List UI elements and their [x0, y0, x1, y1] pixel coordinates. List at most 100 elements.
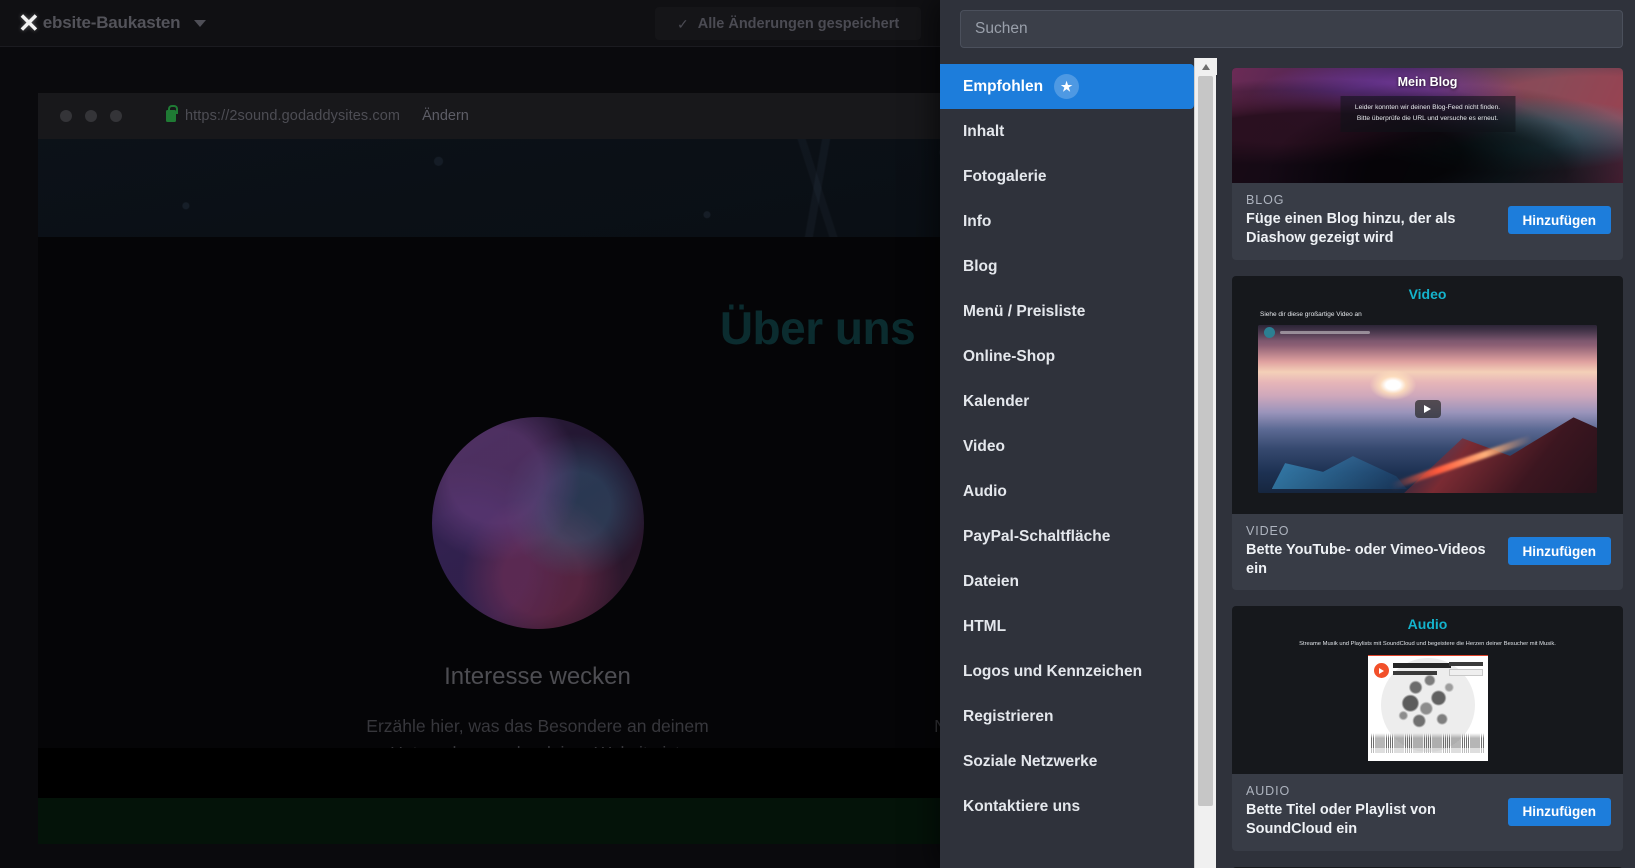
widget-description: Bette YouTube- oder Vimeo-Videos ein: [1246, 541, 1486, 577]
add-audio-button[interactable]: Hinzufügen: [1507, 797, 1611, 826]
category-label: Empfohlen: [963, 77, 1044, 95]
player-stat-placeholder: [1448, 662, 1483, 667]
widget-card-blog[interactable]: Mein Blog Leider konnten wir deinen Blog…: [1232, 68, 1623, 260]
category-label: Kontaktiere uns: [963, 797, 1081, 815]
category-label: Dateien: [963, 572, 1019, 590]
check-icon: ✓: [677, 15, 689, 32]
close-icon[interactable]: ✕: [18, 10, 40, 36]
category-logos-und-kennzeichen[interactable]: Logos und Kennzeichen: [940, 649, 1194, 694]
audio-preview-subtitle: Streame Musik und Playlists mit SoundClo…: [1299, 641, 1556, 648]
change-url-link[interactable]: Ändern: [422, 108, 469, 124]
category-label: Video: [963, 437, 1005, 455]
widget-card-text: AUDIO Bette Titel oder Playlist von Soun…: [1246, 784, 1498, 839]
star-icon: ★: [1054, 74, 1080, 99]
waveform-mirror-graphic: [1370, 748, 1485, 754]
video-preview-subtitle: Siehe dir diese großartige Video an: [1260, 310, 1362, 318]
widget-kind: BLOG: [1246, 193, 1285, 207]
about-column-title: Interesse wecken: [444, 663, 631, 690]
search-input[interactable]: [960, 10, 1623, 48]
audio-preview: Audio Streame Musik und Playlists mit So…: [1232, 606, 1623, 775]
category-html[interactable]: HTML: [940, 604, 1194, 649]
category-label: PayPal-Schaltfläche: [963, 527, 1111, 545]
video-preview: Video Siehe dir diese großartige Video a…: [1232, 275, 1623, 514]
scroll-up-button[interactable]: [1195, 58, 1217, 75]
category-online-shop[interactable]: Online-Shop: [940, 334, 1194, 379]
category-fotogalerie[interactable]: Fotogalerie: [940, 154, 1194, 199]
category-video[interactable]: Video: [940, 424, 1194, 469]
soundcloud-player-thumbnail: [1367, 655, 1488, 762]
category-label: Kalender: [963, 392, 1030, 410]
category-soziale-netzwerke[interactable]: Soziale Netzwerke: [940, 739, 1194, 784]
widget-picker-panel: Empfohlen ★ Inhalt Fotogalerie Info Blog…: [940, 0, 1635, 868]
widget-card-audio[interactable]: Audio Streame Musik und Playlists mit So…: [1232, 606, 1623, 852]
category-label: Blog: [963, 257, 998, 275]
window-dot-maximize: [110, 110, 122, 122]
video-title-placeholder: [1280, 331, 1370, 335]
site-url: https://2sound.godaddysites.com: [185, 108, 401, 124]
category-paypal-schaltflaeche[interactable]: PayPal-Schaltfläche: [940, 514, 1194, 559]
category-label: Inhalt: [963, 122, 1005, 140]
widget-kind: AUDIO: [1246, 784, 1291, 799]
widget-kind: VIDEO: [1246, 523, 1290, 538]
window-dot-minimize: [85, 110, 97, 122]
category-menu-preisliste[interactable]: Menü / Preisliste: [940, 289, 1194, 334]
category-label: Logos und Kennzeichen: [963, 662, 1143, 680]
category-label: Registrieren: [963, 707, 1054, 725]
widget-card-video[interactable]: Video Siehe dir diese großartige Video a…: [1232, 275, 1623, 591]
sun-graphic: [1369, 370, 1416, 401]
widget-card-text: VIDEO Bette YouTube- oder Vimeo-Videos e…: [1246, 524, 1498, 579]
widget-description: Füge einen Blog hinzu, der als Diashow g…: [1246, 211, 1456, 246]
blog-preview-title: Mein Blog: [1397, 75, 1458, 89]
scrollbar-thumb[interactable]: [1198, 76, 1213, 806]
category-registrieren[interactable]: Registrieren: [940, 694, 1194, 739]
about-column: Interesse wecken Erzähle hier, was das B…: [353, 417, 723, 794]
widget-list-scrollbar[interactable]: [1194, 58, 1217, 868]
window-dots: [60, 110, 122, 122]
brand-menu[interactable]: ✕ ebsite-Baukasten: [0, 10, 207, 36]
picker-body: Empfohlen ★ Inhalt Fotogalerie Info Blog…: [940, 56, 1635, 868]
chevron-up-icon: [1202, 63, 1210, 70]
category-kontaktiere-uns[interactable]: Kontaktiere uns: [940, 784, 1194, 829]
category-audio[interactable]: Audio: [940, 469, 1194, 514]
category-label: Info: [963, 212, 992, 230]
category-inhalt[interactable]: Inhalt: [940, 109, 1194, 154]
about-image-1: [431, 417, 644, 629]
widget-card-text: BLOG Füge einen Blog hinzu, der als Dias…: [1246, 193, 1498, 248]
track-title-placeholder: [1392, 663, 1451, 669]
website-builder-screen: ✕ ebsite-Baukasten ✓ Alle Änderungen ges…: [0, 0, 1635, 868]
ice-graphic: [1271, 456, 1408, 490]
widget-description: Bette Titel oder Playlist von SoundCloud…: [1246, 802, 1436, 838]
widget-card-footer: AUDIO Bette Titel oder Playlist von Soun…: [1232, 774, 1623, 851]
category-label: Menü / Preisliste: [963, 302, 1086, 320]
save-status-label: Alle Änderungen gespeichert: [697, 15, 900, 32]
widget-preview-list: Mein Blog Leider konnten wir deinen Blog…: [1216, 56, 1635, 868]
play-triangle: [1424, 404, 1431, 413]
blog-preview-note: Leider konnten wir deinen Blog-Feed nich…: [1340, 96, 1515, 132]
widget-card-footer: VIDEO Bette YouTube- oder Vimeo-Videos e…: [1232, 514, 1623, 591]
category-label: Audio: [963, 482, 1007, 500]
audio-preview-title: Audio: [1407, 616, 1448, 633]
player-actions: [1448, 662, 1483, 677]
add-blog-button[interactable]: Hinzufügen: [1507, 206, 1611, 235]
category-kalender[interactable]: Kalender: [940, 379, 1194, 424]
track-artist-placeholder: [1392, 671, 1437, 676]
channel-avatar: [1264, 327, 1275, 339]
category-blog[interactable]: Blog: [940, 244, 1194, 289]
blog-preview: Mein Blog Leider konnten wir deinen Blog…: [1232, 68, 1623, 183]
category-empfohlen[interactable]: Empfohlen ★: [940, 64, 1194, 109]
waveform-graphic: [1370, 731, 1485, 750]
category-label: Online-Shop: [963, 347, 1056, 365]
widget-card-footer: BLOG Füge einen Blog hinzu, der als Dias…: [1232, 183, 1623, 260]
chevron-down-icon[interactable]: [194, 19, 207, 27]
save-status-pill: ✓ Alle Änderungen gespeichert: [655, 7, 922, 40]
add-video-button[interactable]: Hinzufügen: [1507, 537, 1611, 566]
audio-play-icon[interactable]: [1373, 663, 1389, 679]
play-icon[interactable]: [1414, 399, 1441, 418]
search-row: [940, 0, 1635, 56]
brand-label: ebsite-Baukasten: [42, 13, 181, 32]
lock-icon: [166, 105, 178, 122]
category-dateien[interactable]: Dateien: [940, 559, 1194, 604]
play-triangle: [1378, 667, 1384, 674]
video-preview-thumbnail: [1258, 324, 1597, 493]
category-info[interactable]: Info: [940, 199, 1194, 244]
